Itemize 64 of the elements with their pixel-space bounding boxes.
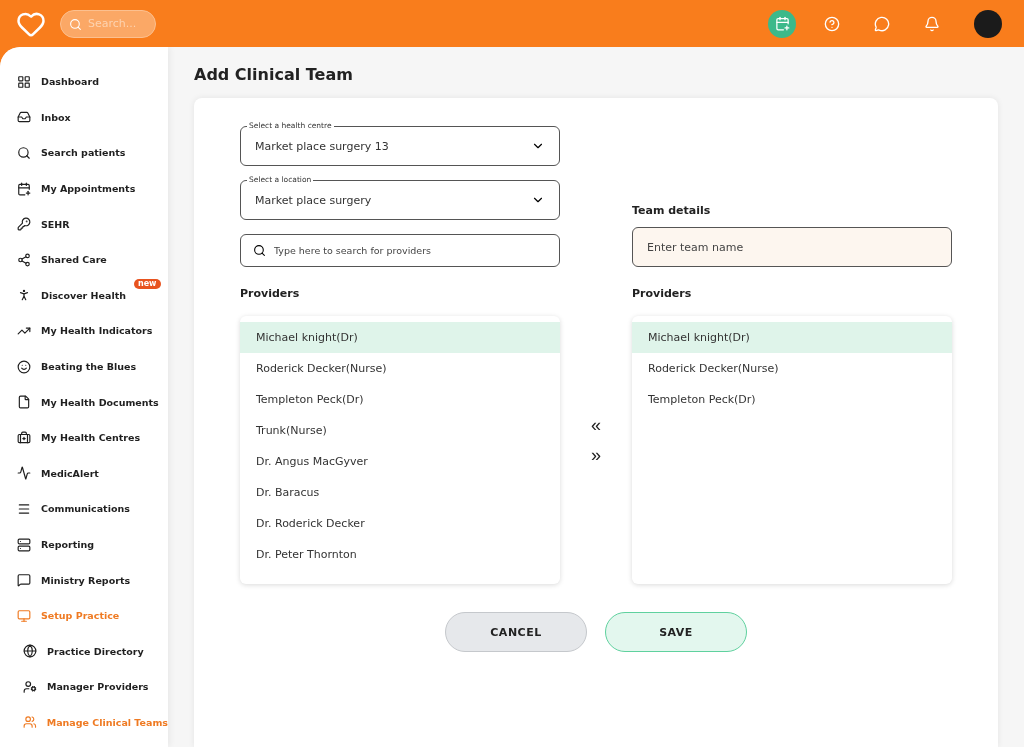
provider-item[interactable]: Dr. Angus MacGyver	[240, 446, 560, 477]
dashboard-icon	[17, 74, 31, 89]
new-badge: new	[134, 278, 161, 289]
provider-item[interactable]: Dr. Baracus	[240, 477, 560, 508]
globe-icon	[23, 644, 37, 659]
document-icon	[17, 395, 31, 410]
pulse-icon	[17, 466, 31, 481]
sidebar-item[interactable]: Beating the Blues	[17, 348, 168, 385]
provider-item[interactable]: Michael knight(Dr)	[240, 322, 560, 353]
sidebar-item[interactable]: Inbox	[17, 99, 168, 136]
save-button[interactable]: SAVE	[605, 612, 747, 652]
team-name-field[interactable]: Enter team name	[632, 227, 952, 267]
search-icon	[253, 244, 266, 257]
sidebar-item[interactable]: My Health Centres	[17, 419, 168, 456]
server-icon	[17, 537, 31, 552]
monitor-icon	[17, 608, 31, 623]
page-title: Add Clinical Team	[194, 65, 354, 84]
help-icon	[824, 15, 840, 32]
sidebar-item[interactable]: Communications	[17, 491, 168, 527]
sidebar-item[interactable]: Manager Providers	[17, 669, 168, 705]
search-icon	[17, 146, 31, 160]
calendar-plus-icon	[774, 16, 790, 31]
sidebar-item[interactable]: Dashboard	[17, 64, 168, 100]
provider-item[interactable]: Roderick Decker(Nurse)	[240, 353, 560, 384]
provider-item[interactable]: Trunk(Nurse)	[240, 415, 560, 446]
provider-item[interactable]: Templeton Peck(Dr)	[240, 384, 560, 415]
search-icon	[69, 17, 82, 31]
cancel-button[interactable]: CANCEL	[445, 612, 587, 652]
provider-item[interactable]: Dr. Roderick Decker	[240, 508, 560, 539]
section-heading: Providers	[632, 287, 693, 300]
user-gear-icon	[23, 679, 37, 694]
group-icon	[23, 715, 37, 730]
sidebar-item[interactable]: MedicAlert	[17, 455, 168, 492]
section-heading: Team details	[632, 204, 712, 217]
move-button[interactable]: «	[591, 416, 601, 434]
chat-icon	[874, 15, 890, 32]
smiley-icon	[17, 359, 31, 374]
provider-item[interactable]: Michael knight(Dr)	[632, 322, 952, 353]
sidebar-item[interactable]: SEHR	[17, 206, 168, 242]
provider-item[interactable]: Roderick Decker(Nurse)	[632, 353, 952, 384]
medical-case-icon	[17, 430, 31, 445]
sidebar-item[interactable]: Discover Health new	[17, 277, 168, 314]
chat-icon	[17, 573, 31, 588]
provider-item[interactable]: Templeton Peck(Dr)	[632, 384, 952, 415]
sidebar-item[interactable]: Search patients	[17, 135, 168, 171]
section-heading: Providers	[240, 287, 301, 300]
sidebar-item[interactable]: Shared Care	[17, 241, 168, 278]
sidebar-item[interactable]: My Appointments	[17, 170, 168, 207]
avatar[interactable]	[974, 9, 1002, 38]
menu-icon	[17, 501, 31, 516]
search-field[interactable]: Search...	[60, 9, 156, 38]
sidebar-item[interactable]: My Health Indicators	[17, 313, 168, 349]
sidebar-item[interactable]: Ministry Reports	[17, 562, 168, 598]
share-icon	[17, 252, 31, 267]
provider-search-field[interactable]: Type here to search for providers	[240, 234, 560, 267]
bell-icon	[924, 15, 940, 32]
add-appointment-button[interactable]	[768, 9, 796, 38]
sidebar-item[interactable]: Reporting	[17, 526, 168, 563]
inbox-icon	[17, 110, 31, 125]
sidebar-item[interactable]: Practice Directory	[17, 633, 168, 670]
calendar-plus-icon	[17, 181, 31, 196]
provider-item[interactable]: Dr. Peter Thornton	[240, 539, 560, 570]
sidebar-item[interactable]: My Health Documents	[17, 384, 168, 420]
move-button[interactable]: »	[591, 446, 601, 464]
